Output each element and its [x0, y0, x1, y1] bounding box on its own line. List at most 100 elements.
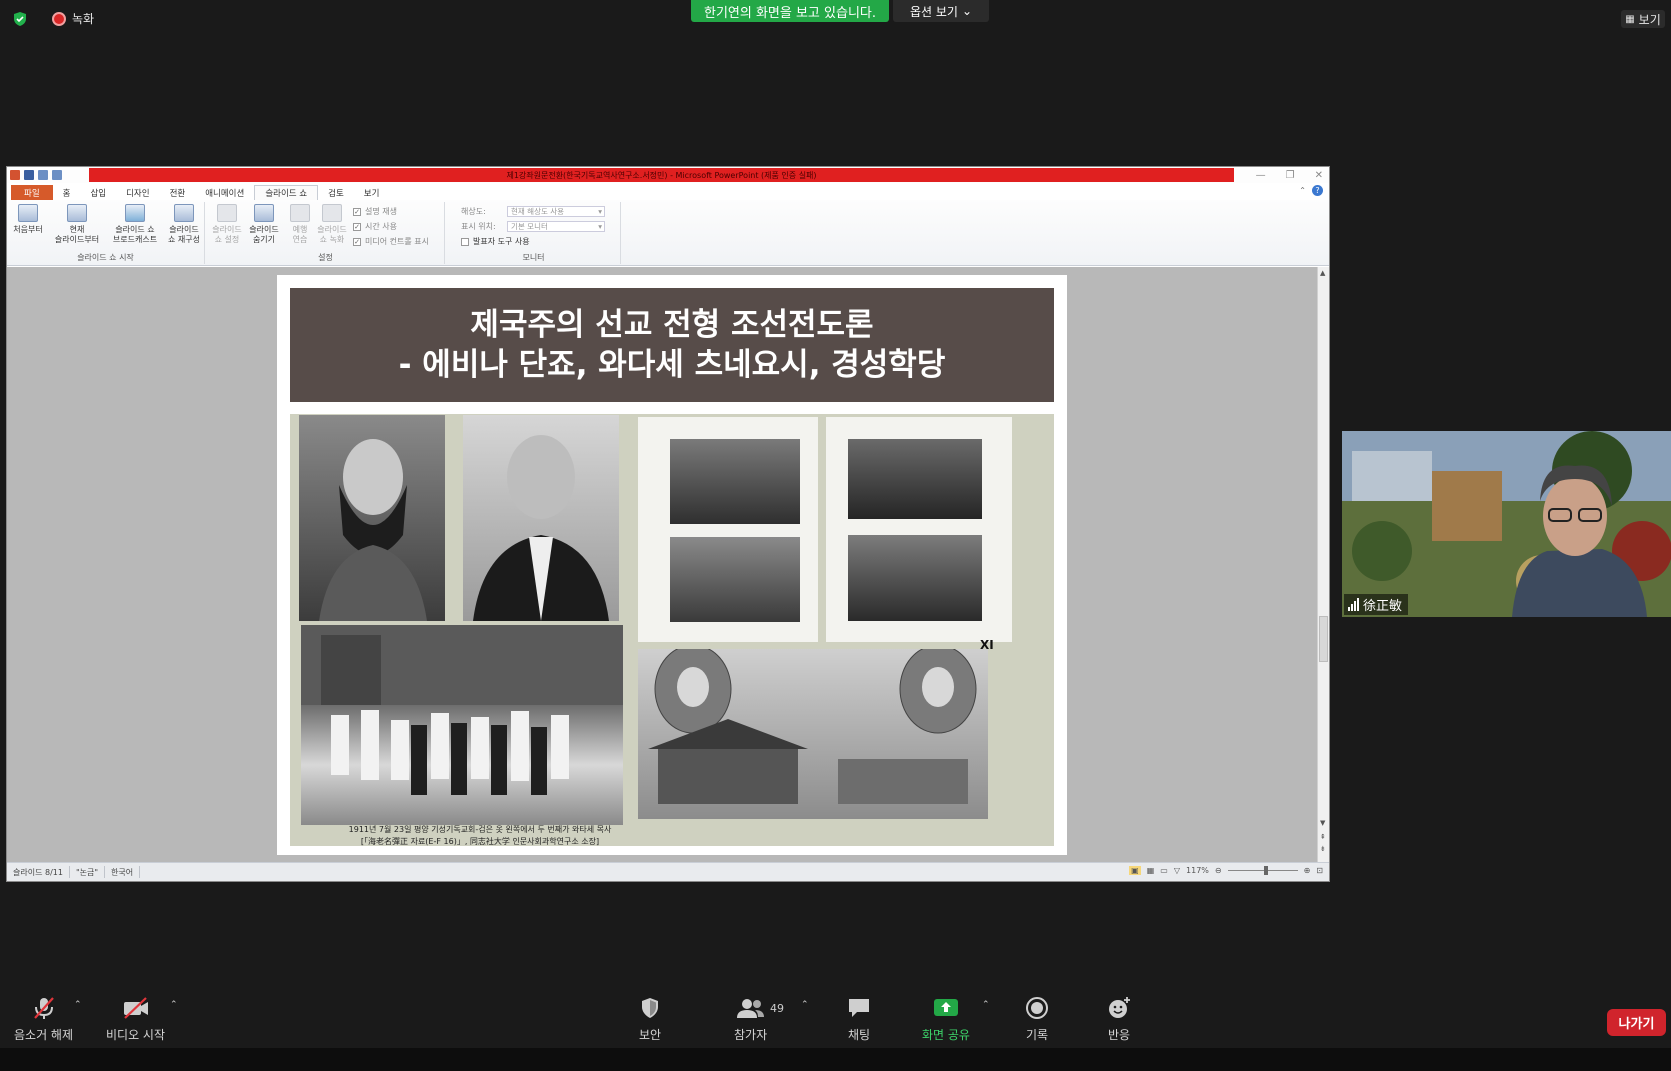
share-options-caret-icon[interactable]: ⌃ [982, 1000, 990, 1010]
view-layout-button[interactable]: ▦ 보기 [1621, 10, 1665, 28]
checkbox-icon: ✓ [353, 237, 361, 246]
custom-slideshow-label: 슬라이드 쇼 재구성 [168, 225, 200, 244]
record-button[interactable]: 기록 [1025, 996, 1049, 1043]
use-timings-check[interactable]: ✓ 시간 사용 [353, 221, 397, 232]
custom-slideshow-button[interactable]: 슬라이드 쇼 재구성 [163, 204, 205, 245]
media-controls-check[interactable]: ✓ 미디어 컨트롤 표시 [353, 236, 429, 247]
record-icon [1026, 997, 1048, 1019]
rehearse-button[interactable]: 예행 연습 [287, 204, 313, 245]
reactions-button[interactable]: 반응 [1106, 996, 1132, 1043]
powerpoint-window: 제1강좌원문전환(한국기독교역사연구소.서정민) - Microsoft Pow… [6, 166, 1330, 882]
resolution-dropdown[interactable]: 현재 해상도 사용 ▾ [507, 206, 605, 217]
signal-strength-icon [1348, 598, 1359, 611]
quick-access-toolbar [7, 167, 62, 183]
from-beginning-button[interactable]: 처음부터 [11, 204, 45, 235]
record-slideshow-button[interactable]: 슬라이드 쇼 녹화 [313, 204, 351, 245]
play-narration-check[interactable]: ✓ 설명 재생 [353, 206, 397, 217]
reactions-label: 반응 [1107, 1028, 1131, 1042]
checkbox-icon: ✓ [353, 222, 361, 231]
from-current-button[interactable]: 현재 슬라이드부터 [47, 204, 107, 245]
unmute-label: 음소거 해제 [14, 1028, 74, 1042]
tab-insert[interactable]: 삽입 [80, 185, 116, 200]
ribbon-group-monitor: 해상도: 현재 해상도 사용 ▾ 표시 위치: 기본 모니터 ▾ 발표자 도구 사용… [447, 202, 621, 264]
redo-icon[interactable] [52, 170, 62, 180]
start-video-button[interactable]: 비디오 시작 [106, 996, 165, 1043]
participant-video-tile[interactable]: 徐正敏 [1342, 431, 1671, 617]
previous-slide-icon[interactable]: ⇞ [1320, 833, 1326, 841]
theme-name: "논금" [70, 866, 106, 878]
participant-name-tag: 徐正敏 [1344, 594, 1409, 615]
slideshow-current-icon [67, 204, 87, 222]
share-screen-button[interactable]: 화면 공유 [922, 996, 970, 1043]
reaction-smiley-icon [1109, 997, 1130, 1018]
language-indicator[interactable]: 한국어 [105, 866, 141, 878]
tab-design[interactable]: 디자인 [116, 185, 159, 200]
participants-options-caret-icon[interactable]: ⌃ [801, 1000, 809, 1010]
vertical-scrollbar[interactable]: ▲ ▼ ⇞ ⇟ [1317, 267, 1329, 863]
record-slideshow-label: 슬라이드 쇼 녹화 [317, 225, 347, 244]
presenter-view-check[interactable]: 발표자 도구 사용 [461, 236, 530, 247]
chat-button[interactable]: 채팅 [846, 996, 872, 1043]
hide-slide-button[interactable]: 슬라이드 숨기기 [245, 204, 283, 245]
slide-title-box: 제국주의 선교 전형 조선전도론 - 에비나 단죠, 와다세 츠네요시, 경성학… [290, 288, 1054, 402]
resolution-label: 해상도: [461, 207, 486, 216]
reading-view-icon[interactable]: ▭ [1160, 866, 1168, 875]
checkbox-icon: ✓ [353, 207, 361, 216]
recording-indicator[interactable]: 녹화 [52, 10, 94, 27]
ribbon-group-start-slideshow: 처음부터 현재 슬라이드부터 슬라이드 쇼 브로드캐스트 슬라이드 쇼 재구성 … [7, 202, 205, 264]
unmute-button[interactable]: 음소거 해제 [14, 996, 73, 1043]
scroll-down-icon[interactable]: ▼ [1320, 819, 1325, 827]
participants-button[interactable]: 참가자 [734, 996, 767, 1043]
leave-meeting-button[interactable]: 나가기 [1607, 1009, 1666, 1036]
ribbon-tabs: 파일 홈 삽입 디자인 전환 애니메이션 슬라이드 쇼 검토 보기 ⌃ ? [7, 183, 1329, 200]
view-options-dropdown[interactable]: 옵션 보기 ⌄ [893, 0, 989, 22]
meeting-toolbar: 음소거 해제 ⌃ 비디오 시작 ⌃ 보안 참가자 49 ⌃ 채팅 화면 공유 ⌃… [0, 986, 1671, 1048]
zoom-slider[interactable] [1227, 866, 1298, 875]
close-icon[interactable]: ✕ [1315, 170, 1323, 181]
rehearse-icon [290, 204, 310, 222]
normal-view-icon[interactable]: ▣ [1129, 866, 1141, 875]
zoom-slider-knob[interactable] [1263, 866, 1268, 875]
video-options-caret-icon[interactable]: ⌃ [170, 1000, 178, 1010]
video-feed [1342, 431, 1671, 617]
broadcast-button[interactable]: 슬라이드 쇼 브로드캐스트 [105, 204, 165, 245]
fit-to-window-icon[interactable]: ⊡ [1316, 866, 1323, 875]
next-slide-icon[interactable]: ⇟ [1320, 845, 1326, 853]
undo-icon[interactable] [38, 170, 48, 180]
start-group-label: 슬라이드 쇼 시작 [77, 253, 134, 262]
tab-slideshow[interactable]: 슬라이드 쇼 [254, 185, 319, 200]
maximize-icon[interactable]: ❐ [1286, 170, 1295, 181]
zoom-out-icon[interactable]: ⊖ [1215, 866, 1222, 875]
security-label: 보안 [638, 1028, 662, 1042]
setup-slideshow-button[interactable]: 슬라이드 쇼 설정 [209, 204, 245, 245]
slide-sorter-icon[interactable]: ▦ [1147, 866, 1155, 875]
scroll-up-icon[interactable]: ▲ [1320, 269, 1325, 277]
show-on-dropdown[interactable]: 기본 모니터 ▾ [507, 221, 605, 232]
checkbox-icon [461, 237, 469, 246]
tab-home[interactable]: 홈 [53, 185, 81, 200]
slide-counter: 슬라이드 8/11 [7, 866, 70, 878]
security-shield-icon [642, 998, 658, 1018]
tab-file[interactable]: 파일 [11, 185, 53, 200]
scroll-thumb[interactable] [1319, 616, 1328, 662]
minimize-icon[interactable]: — [1256, 170, 1266, 181]
view-button-label: 보기 [1638, 12, 1661, 27]
security-button[interactable]: 보안 [638, 996, 662, 1043]
zoom-level[interactable]: 117% [1186, 866, 1209, 875]
security-shield-icon[interactable] [12, 11, 28, 27]
help-icon[interactable]: ? [1312, 185, 1323, 196]
rehearse-label: 예행 연습 [292, 225, 308, 244]
zoom-in-icon[interactable]: ⊕ [1304, 866, 1311, 875]
media-controls-label: 미디어 컨트롤 표시 [365, 237, 429, 246]
collapse-ribbon-icon[interactable]: ⌃ [1299, 186, 1306, 195]
ppt-status-bar: 슬라이드 8/11 "논금" 한국어 ▣ ▦ ▭ ▽ 117% ⊖ ⊕ ⊡ [7, 862, 1329, 881]
document-page-photo [638, 417, 818, 642]
tab-view[interactable]: 보기 [354, 185, 390, 200]
tab-review[interactable]: 검토 [318, 185, 354, 200]
tab-transitions[interactable]: 전환 [160, 185, 196, 200]
tab-animations[interactable]: 애니메이션 [195, 185, 254, 200]
ppt-title-bar: 제1강좌원문전환(한국기독교역사연구소.서정민) - Microsoft Pow… [7, 167, 1329, 183]
audio-options-caret-icon[interactable]: ⌃ [74, 1000, 82, 1010]
save-icon[interactable] [24, 170, 34, 180]
slideshow-view-icon[interactable]: ▽ [1174, 866, 1180, 875]
